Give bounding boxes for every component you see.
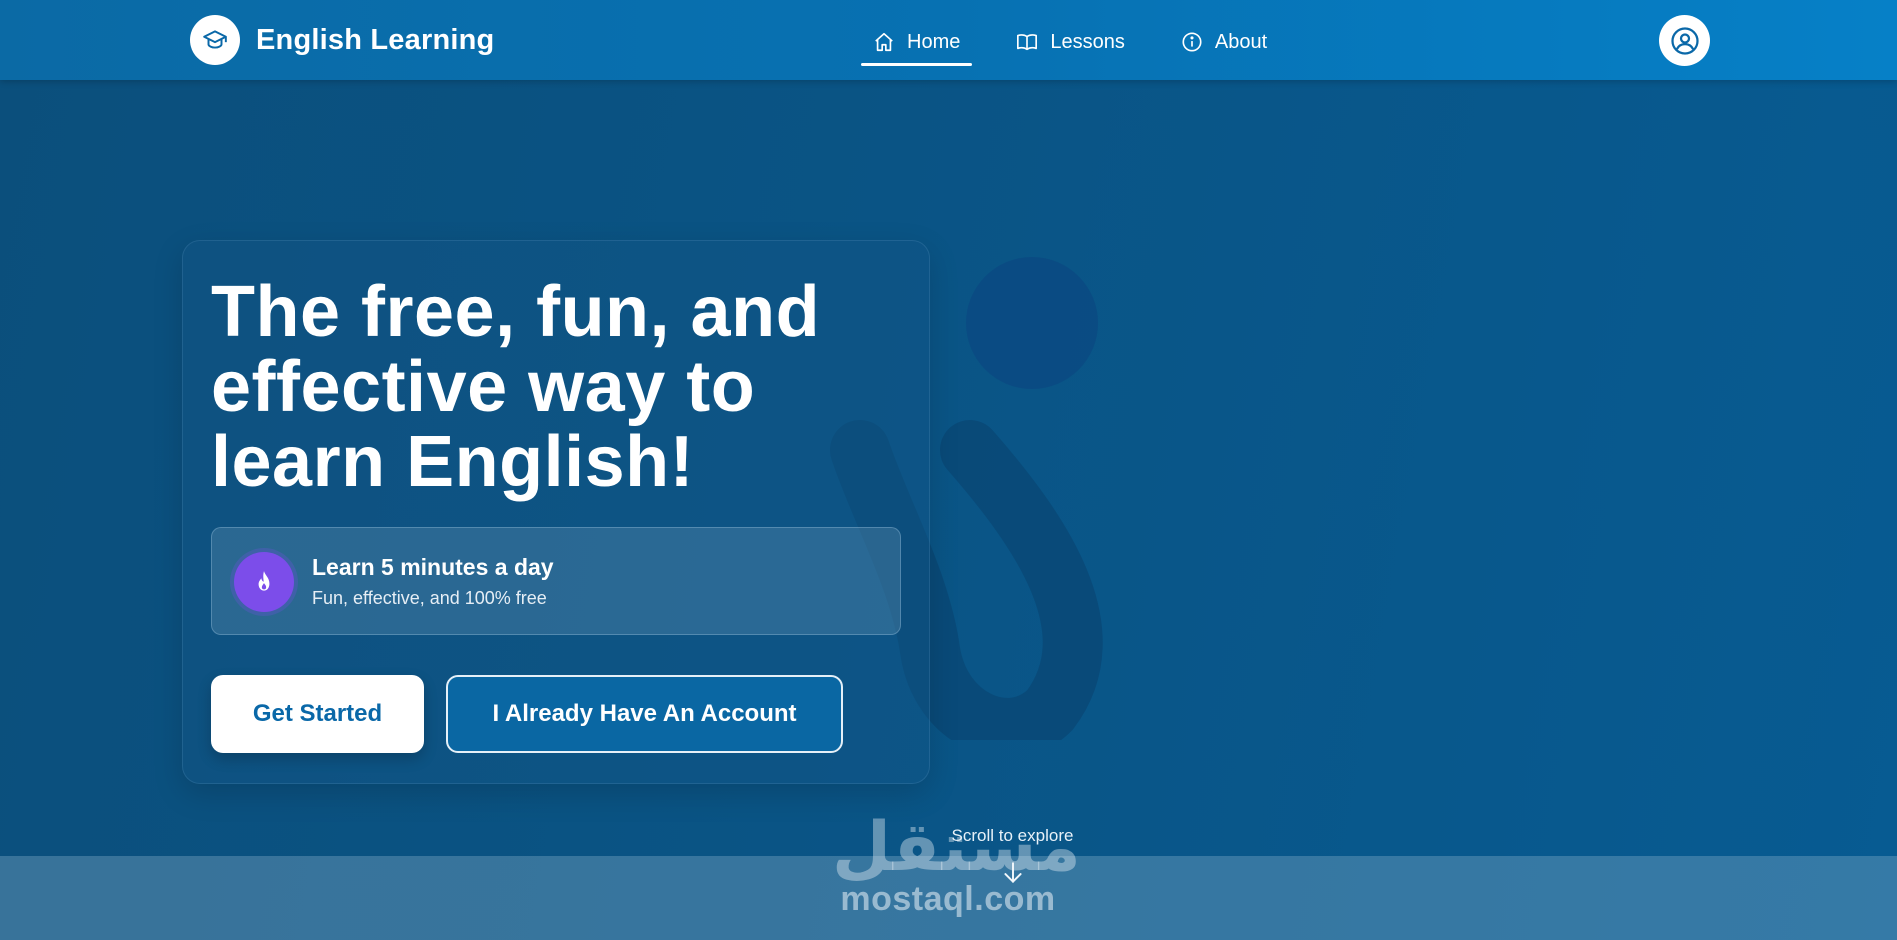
watermark-logo-arabic: مستقل xyxy=(832,808,1081,887)
feature-title: Learn 5 minutes a day xyxy=(312,554,554,580)
nav-lessons[interactable]: Lessons xyxy=(1004,18,1137,66)
nav-about[interactable]: About xyxy=(1169,18,1279,66)
decorative-circle xyxy=(966,257,1098,389)
nav-about-label: About xyxy=(1214,30,1268,53)
hero-card: The free, fun, and effective way to lear… xyxy=(182,240,930,784)
main-nav: Home Lessons About xyxy=(861,18,1311,66)
navbar: English Learning Home Lessons About xyxy=(0,0,1897,80)
page: English Learning Home Lessons About The … xyxy=(0,0,1897,940)
get-started-button[interactable]: Get Started xyxy=(211,675,424,753)
arrow-down-icon[interactable] xyxy=(1000,860,1026,891)
login-button[interactable]: I Already Have An Account xyxy=(446,675,843,753)
nav-home[interactable]: Home xyxy=(861,18,973,66)
nav-home-label: Home xyxy=(907,30,961,53)
hero-title: The free, fun, and effective way to lear… xyxy=(211,272,821,502)
scroll-hint[interactable]: Scroll to explore xyxy=(940,826,1085,846)
watermark-logo-text: mostaql.com xyxy=(840,880,1056,918)
profile-button[interactable] xyxy=(1659,15,1710,66)
info-icon xyxy=(1181,31,1203,53)
flame-icon xyxy=(234,552,294,612)
home-icon xyxy=(873,31,895,53)
feature-subtitle: Fun, effective, and 100% free xyxy=(312,588,547,608)
brand[interactable]: English Learning xyxy=(190,15,494,65)
feature-callout: Learn 5 minutes a day Fun, effective, an… xyxy=(211,527,901,635)
graduation-cap-icon xyxy=(190,15,240,65)
user-circle-icon xyxy=(1670,26,1700,56)
nav-lessons-label: Lessons xyxy=(1050,30,1125,53)
book-icon xyxy=(1016,31,1038,53)
brand-name: English Learning xyxy=(256,23,495,56)
